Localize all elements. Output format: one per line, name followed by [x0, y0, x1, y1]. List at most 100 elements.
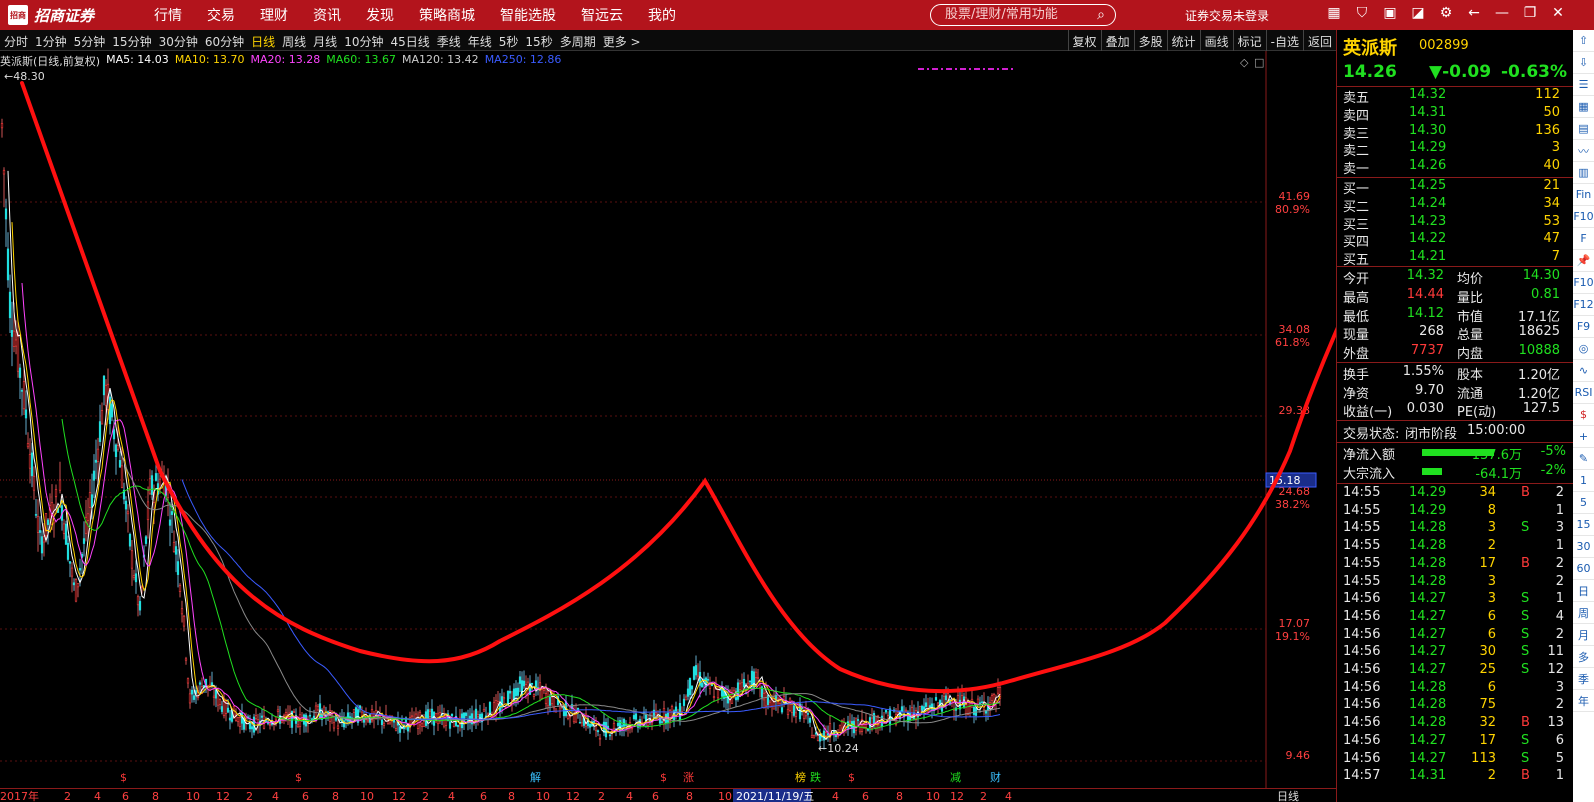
nav-item-7[interactable]: 智远云 [581, 5, 623, 25]
period-8[interactable]: 月线 [313, 33, 337, 50]
wave-icon[interactable]: ∿ [1573, 360, 1594, 382]
grid-icon[interactable]: ▦ [1573, 96, 1594, 118]
nav-item-6[interactable]: 智能选股 [500, 5, 556, 25]
side-btn-24[interactable]: 60 [1573, 558, 1594, 580]
f-icon[interactable]: F [1573, 228, 1594, 250]
side-btn-18[interactable]: + [1573, 426, 1594, 448]
chart-tool-7[interactable]: 返回 [1302, 30, 1336, 51]
nav-item-3[interactable]: 资讯 [313, 5, 341, 25]
fin-icon[interactable]: Fin [1573, 184, 1594, 206]
candle-body [740, 682, 744, 691]
stock-name[interactable]: 英派斯 [1343, 34, 1397, 60]
line-icon[interactable]: 〰 [1573, 140, 1594, 162]
nav-item-5[interactable]: 策略商城 [419, 5, 475, 25]
chart-tool-4[interactable]: 画线 [1199, 30, 1233, 51]
chart-tool-1[interactable]: 叠加 [1100, 30, 1134, 51]
bid-row[interactable]: 买三 14.23 53 [1337, 214, 1574, 233]
chart-tool-5[interactable]: 标记 [1232, 30, 1266, 51]
o-icon[interactable]: ◎ [1573, 338, 1594, 360]
bid-row[interactable]: 买一 14.25 21 [1337, 178, 1574, 197]
chart-tool-6[interactable]: -自选 [1265, 30, 1303, 51]
bid-row[interactable]: 买四 14.22 47 [1337, 231, 1574, 250]
period-7[interactable]: 周线 [282, 33, 306, 50]
app-logo[interactable]: 招商 招商证券 [8, 5, 138, 26]
candle-icon[interactable]: ▥ [1573, 162, 1594, 184]
box-icon[interactable]: ▣ [1376, 5, 1404, 21]
search-input[interactable]: 股票/理财/常用功能 ⌕ [930, 4, 1116, 26]
table-icon[interactable]: ▤ [1573, 118, 1594, 140]
nav-item-4[interactable]: 发现 [366, 5, 394, 25]
period-1[interactable]: 1分钟 [35, 33, 67, 50]
period-13[interactable]: 5秒 [499, 33, 519, 50]
restore-icon[interactable]: ❐ [1516, 5, 1544, 21]
ask-row[interactable]: 卖四 14.31 50 [1337, 105, 1574, 124]
candle-body [990, 695, 994, 701]
close-icon[interactable]: ✕ [1544, 5, 1572, 21]
period-0[interactable]: 分时 [4, 33, 28, 50]
y-tick-price: 17.07 [1279, 617, 1311, 630]
period-12[interactable]: 年线 [468, 33, 492, 50]
side-btn-27[interactable]: 月 [1573, 624, 1594, 646]
calendar-icon[interactable]: ▦ [1320, 5, 1348, 21]
period-2[interactable]: 5分钟 [74, 33, 106, 50]
down-icon[interactable]: ⇩ [1573, 52, 1594, 74]
ask-row[interactable]: 卖五 14.32 112 [1337, 87, 1574, 106]
nav-item-2[interactable]: 理财 [260, 5, 288, 25]
period-5[interactable]: 60分钟 [205, 33, 244, 50]
side-btn-30[interactable]: 年 [1573, 690, 1594, 712]
period-14[interactable]: 15秒 [525, 33, 552, 50]
nav-item-0[interactable]: 行情 [154, 5, 182, 25]
side-btn-25[interactable]: 日 [1573, 580, 1594, 602]
x-tick: 10 [360, 790, 374, 802]
ask-row[interactable]: 卖三 14.30 136 [1337, 123, 1574, 142]
kline-chart[interactable]: 41.6980.9%34.0861.8%29.3824.6838.2%17.07… [0, 51, 1336, 788]
pen-icon[interactable]: ✎ [1573, 448, 1594, 470]
bid-row[interactable]: 买五 14.21 7 [1337, 249, 1574, 268]
candle-body [72, 582, 76, 586]
side-btn-23[interactable]: 30 [1573, 536, 1594, 558]
period-4[interactable]: 30分钟 [159, 33, 198, 50]
period-15[interactable]: 多周期 [560, 33, 596, 50]
tick-side: B [1521, 715, 1530, 731]
period-9[interactable]: 10分钟 [344, 33, 383, 50]
search-icon[interactable]: ⌕ [1097, 5, 1105, 25]
list-icon[interactable]: ☰ [1573, 74, 1594, 96]
period-16[interactable]: 更多 > [603, 33, 641, 50]
side-btn-29[interactable]: 季 [1573, 668, 1594, 690]
side-btn-26[interactable]: 周 [1573, 602, 1594, 624]
f12-icon[interactable]: F12 [1573, 294, 1594, 316]
side-btn-22[interactable]: 15 [1573, 514, 1594, 536]
f9-icon[interactable]: F9 [1573, 316, 1594, 338]
chart-tool-0[interactable]: 复权 [1067, 30, 1101, 51]
side-btn-20[interactable]: 1 [1573, 470, 1594, 492]
ask-row[interactable]: 卖二 14.29 3 [1337, 140, 1574, 159]
period-3[interactable]: 15分钟 [112, 33, 151, 50]
chart-tool-3[interactable]: 统计 [1166, 30, 1200, 51]
period-6[interactable]: 日线 [251, 33, 275, 50]
chart-icon[interactable]: ◪ [1404, 5, 1432, 21]
period-11[interactable]: 季线 [437, 33, 461, 50]
pin-icon[interactable]: 📌 [1573, 250, 1594, 272]
bid-row[interactable]: 买二 14.24 34 [1337, 196, 1574, 215]
side-btn-28[interactable]: 多 [1573, 646, 1594, 668]
f10-icon[interactable]: F10 [1573, 272, 1594, 294]
f10-icon[interactable]: F10 [1573, 206, 1594, 228]
nav-item-8[interactable]: 我的 [648, 5, 676, 25]
login-status[interactable]: 证券交易未登录 [1185, 7, 1269, 24]
up-icon[interactable]: ⇧ [1573, 30, 1594, 52]
chart-tool-2[interactable]: 多股 [1133, 30, 1167, 51]
period-10[interactable]: 45日线 [390, 33, 429, 50]
gear-icon[interactable]: ⚙ [1432, 5, 1460, 21]
side-btn-16[interactable]: RSI [1573, 382, 1594, 404]
candle-body [120, 465, 124, 488]
stats-row: 今开 14.32 均价 14.30 [1337, 268, 1574, 287]
shield-icon[interactable]: ⛉ [1348, 5, 1376, 21]
back-icon[interactable]: ← [1460, 5, 1488, 21]
nav-item-1[interactable]: 交易 [207, 5, 235, 25]
candle-body [780, 707, 784, 713]
side-btn-17[interactable]: $ [1573, 404, 1594, 426]
x-tick: 2 [980, 790, 987, 802]
ask-row[interactable]: 卖一 14.26 40 [1337, 158, 1574, 177]
minimize-icon[interactable]: — [1488, 5, 1516, 21]
side-btn-21[interactable]: 5 [1573, 492, 1594, 514]
